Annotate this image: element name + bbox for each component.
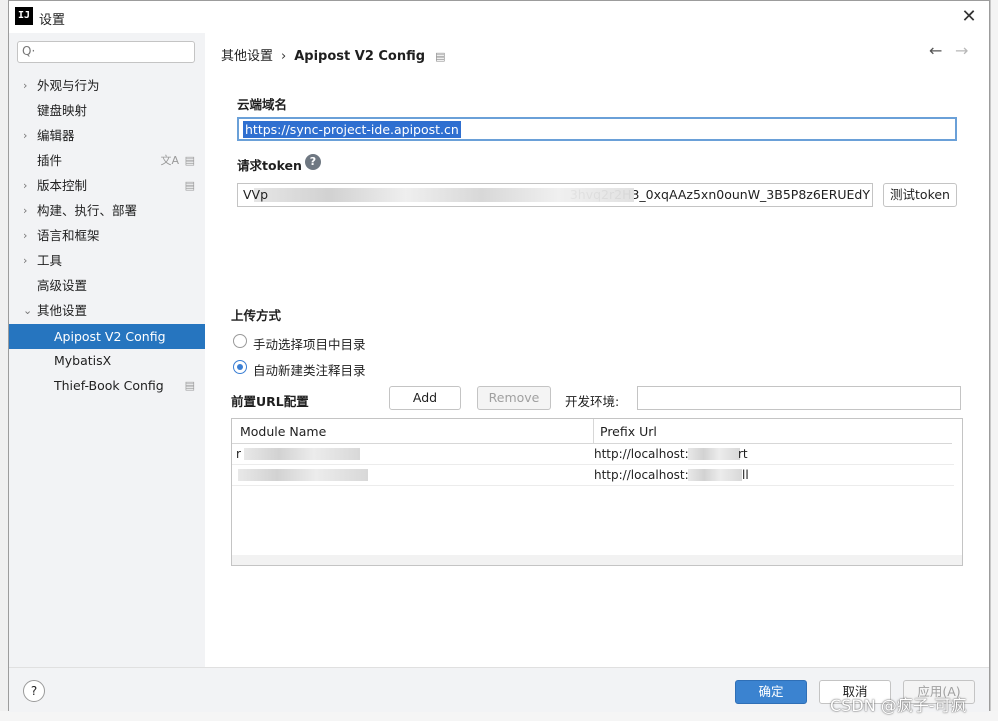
test-token-button[interactable]: 测试token bbox=[883, 183, 957, 207]
project-settings-icon: ▤ bbox=[184, 179, 195, 192]
add-button[interactable]: Add bbox=[389, 386, 461, 410]
sidebar-item-label: 其他设置 bbox=[37, 303, 88, 318]
breadcrumb: 其他设置 › Apipost V2 Config ▤ bbox=[221, 45, 445, 64]
env-label: 开发环境: bbox=[565, 394, 620, 409]
sidebar-item-label: 工具 bbox=[37, 253, 63, 268]
close-icon[interactable]: ✕ bbox=[957, 5, 981, 29]
settings-dialog: IJ 设置 ✕ Q· › 外观与行为 键盘映射 › 编辑器 插件 文A ▤ › … bbox=[8, 0, 990, 712]
env-input[interactable] bbox=[637, 386, 961, 410]
chevron-right-icon: › bbox=[23, 179, 28, 192]
prefix-url-cell: http://localhost:9 bbox=[594, 447, 697, 461]
prefix-url-cell: http://localhost:9 bbox=[594, 468, 697, 482]
sidebar-item-languages[interactable]: › 语言和框架 bbox=[9, 223, 205, 248]
sidebar-item-apipost-config[interactable]: Apipost V2 Config bbox=[9, 324, 205, 349]
prefix-url-suffix: ll bbox=[742, 468, 749, 482]
sidebar-item-editor[interactable]: › 编辑器 bbox=[9, 123, 205, 148]
domain-value: https://sync-project-ide.apipost.cn bbox=[243, 121, 461, 138]
manual-dir-radio[interactable] bbox=[233, 334, 247, 348]
help-icon[interactable]: ? bbox=[305, 154, 321, 170]
table-row[interactable]: http://localhost:9 ll bbox=[232, 465, 954, 486]
sidebar-item-label: Thief-Book Config bbox=[54, 378, 164, 393]
sidebar-item-label: 外观与行为 bbox=[37, 78, 100, 93]
manual-dir-label[interactable]: 手动选择项目中目录 bbox=[253, 334, 366, 353]
chevron-right-icon: › bbox=[23, 254, 28, 267]
column-header-module[interactable]: Module Name bbox=[232, 419, 594, 444]
settings-sidebar: Q· › 外观与行为 键盘映射 › 编辑器 插件 文A ▤ › 版本控制 ▤ ›… bbox=[9, 33, 205, 667]
token-redaction bbox=[254, 188, 634, 202]
upload-mode-label: 上传方式 bbox=[231, 308, 282, 323]
chevron-down-icon: ⌄ bbox=[23, 304, 33, 317]
token-input[interactable]: 3hvq2r2H3_0xqAAz5xn0ounW_3B5P8z6ERUEdY V… bbox=[237, 183, 873, 207]
chevron-right-icon: › bbox=[23, 129, 28, 142]
token-prefix: VVp bbox=[243, 187, 269, 202]
sidebar-item-label: 版本控制 bbox=[37, 178, 88, 193]
sidebar-item-plugins[interactable]: 插件 文A ▤ bbox=[9, 148, 205, 173]
domain-label: 云端域名 bbox=[237, 97, 288, 112]
chevron-right-icon: › bbox=[23, 204, 28, 217]
sidebar-item-appearance[interactable]: › 外观与行为 bbox=[9, 73, 205, 98]
search-icon: Q· bbox=[22, 44, 36, 58]
breadcrumb-separator: › bbox=[281, 49, 287, 64]
csdn-watermark: CSDN @疯子-可疯 bbox=[830, 696, 967, 715]
chevron-right-icon: › bbox=[23, 79, 28, 92]
project-settings-icon: ▤ bbox=[184, 154, 195, 167]
intellij-app-icon: IJ bbox=[15, 7, 33, 25]
module-name-cell: r bbox=[236, 447, 241, 461]
chevron-right-icon: › bbox=[23, 229, 28, 242]
title-bar: IJ 设置 ✕ bbox=[9, 1, 989, 33]
sidebar-item-label: 插件 bbox=[37, 153, 63, 168]
sidebar-item-thief-book[interactable]: Thief-Book Config ▤ bbox=[9, 373, 205, 398]
sidebar-item-label: 构建、执行、部署 bbox=[37, 203, 138, 218]
background-window-strip-right bbox=[990, 0, 998, 721]
translate-icon: 文A bbox=[160, 154, 179, 167]
table-scrollbar-area[interactable] bbox=[232, 555, 962, 565]
prefix-url-label: 前置URL配置 bbox=[231, 394, 309, 409]
sidebar-item-label: 语言和框架 bbox=[37, 228, 100, 243]
sidebar-item-tools[interactable]: › 工具 bbox=[9, 248, 205, 273]
search-input[interactable]: Q· bbox=[17, 41, 195, 63]
redaction bbox=[238, 469, 368, 481]
ok-button[interactable]: 确定 bbox=[735, 680, 807, 704]
prefix-url-table: Module Name Prefix Url r http://localhos… bbox=[231, 418, 963, 566]
sidebar-item-advanced[interactable]: 高级设置 bbox=[9, 273, 205, 298]
auto-dir-label[interactable]: 自动新建类注释目录 bbox=[253, 360, 366, 379]
remove-button[interactable]: Remove bbox=[477, 386, 551, 410]
sidebar-item-build[interactable]: › 构建、执行、部署 bbox=[9, 198, 205, 223]
sidebar-item-other-settings[interactable]: ⌄ 其他设置 bbox=[9, 298, 205, 323]
auto-dir-radio[interactable] bbox=[233, 360, 247, 374]
token-label: 请求token bbox=[237, 158, 302, 173]
sidebar-item-label: MybatisX bbox=[54, 353, 112, 368]
redaction bbox=[688, 469, 742, 481]
back-arrow-icon[interactable]: ← bbox=[929, 41, 942, 60]
sidebar-item-version-control[interactable]: › 版本控制 ▤ bbox=[9, 173, 205, 198]
domain-input[interactable]: https://sync-project-ide.apipost.cn bbox=[237, 117, 957, 141]
redaction bbox=[688, 448, 740, 460]
forward-arrow-icon[interactable]: → bbox=[955, 41, 968, 60]
breadcrumb-current: Apipost V2 Config bbox=[294, 49, 426, 64]
project-settings-icon: ▤ bbox=[184, 379, 195, 392]
redaction bbox=[244, 448, 360, 460]
help-button[interactable]: ? bbox=[23, 680, 45, 702]
window-title: 设置 bbox=[39, 13, 66, 28]
column-header-prefix[interactable]: Prefix Url bbox=[594, 419, 952, 444]
sidebar-item-label: 键盘映射 bbox=[37, 103, 88, 118]
sidebar-item-label: 高级设置 bbox=[37, 278, 88, 293]
table-row[interactable]: r http://localhost:9 rt bbox=[232, 444, 954, 465]
sidebar-item-label: Apipost V2 Config bbox=[54, 329, 166, 344]
breadcrumb-parent[interactable]: 其他设置 bbox=[221, 49, 273, 64]
sidebar-item-label: 编辑器 bbox=[37, 128, 75, 143]
prefix-url-suffix: rt bbox=[738, 447, 748, 461]
sidebar-item-keymap[interactable]: 键盘映射 bbox=[9, 98, 205, 123]
project-settings-icon: ▤ bbox=[435, 50, 446, 63]
sidebar-item-mybatisx[interactable]: MybatisX bbox=[9, 348, 205, 373]
